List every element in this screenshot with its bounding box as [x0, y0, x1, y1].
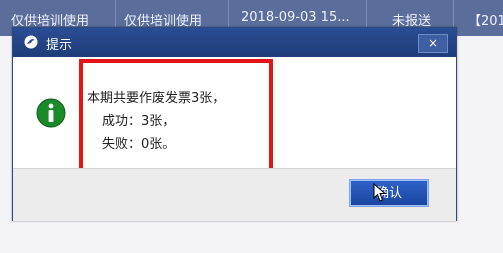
- table-cell-period: 【201: [468, 14, 503, 29]
- mouse-cursor-icon: [373, 183, 387, 202]
- dialog-titlebar[interactable]: 提示 ×: [13, 28, 456, 57]
- message-line-total: 本期共要作废发票3张，: [87, 91, 226, 106]
- highlighted-message-box: 本期共要作废发票3张， 成功：3张， 失败：0张。: [79, 59, 273, 177]
- close-button[interactable]: ×: [418, 34, 448, 53]
- app-logo-icon: [24, 35, 38, 49]
- info-icon: [36, 98, 66, 128]
- prompt-dialog: 提示 × 本期共要作废发票3张， 成功：3张， 失败：0张。 确认: [12, 27, 457, 221]
- message-line-success: 成功：3张，: [102, 114, 176, 129]
- message-line-failure: 失败：0张。: [102, 137, 176, 152]
- table-cell-datetime: 2018-09-03 15...: [241, 10, 350, 25]
- confirm-button[interactable]: 确认: [349, 179, 429, 207]
- dialog-title: 提示: [46, 38, 73, 53]
